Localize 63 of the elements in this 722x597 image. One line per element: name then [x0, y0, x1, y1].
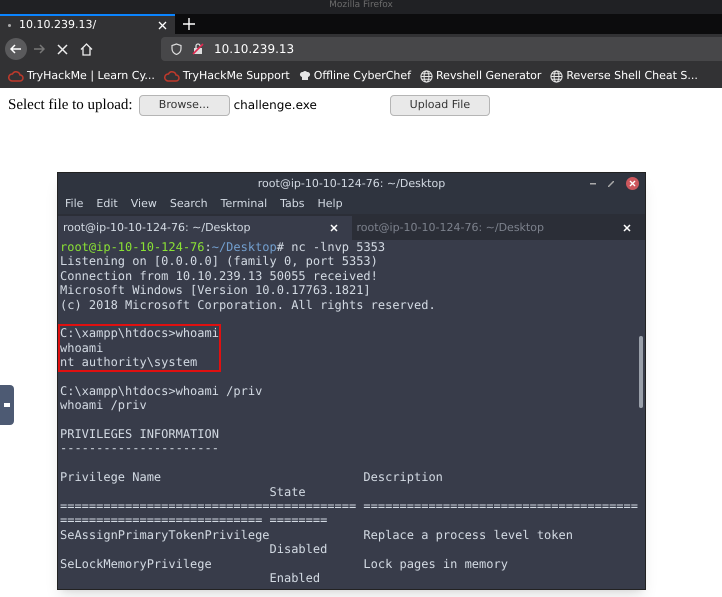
terminal-line: SeAssignPrimaryTokenPrivilege Replace a process level token: [60, 528, 573, 542]
new-tab-icon[interactable]: [183, 18, 195, 30]
terminal-line: Privilege Name Description: [60, 470, 443, 485]
home-icon[interactable]: [80, 42, 93, 56]
insecure-lock-icon: [192, 43, 204, 55]
terminal-line: nt authority\system: [60, 355, 198, 370]
upload-label: Select file to upload:: [8, 96, 133, 115]
stop-icon[interactable]: [57, 44, 68, 54]
terminal-line: C:\xampp\htdocs>whoami: [60, 326, 219, 341]
terminal-line: Enabled: [268, 570, 320, 586]
terminal-line: Connection from 10.10.239.13 50055 received!: [60, 268, 378, 284]
url-field[interactable]: 10.10.239.13: [161, 37, 722, 61]
bookmark-item[interactable]: Revshell Generator: [420, 68, 542, 84]
menu-item[interactable]: Edit: [96, 196, 118, 213]
upload-button[interactable]: Upload File: [390, 94, 490, 116]
close-icon[interactable]: [626, 177, 639, 190]
terminal-line: C:\xampp\htdocs>whoami /priv: [60, 384, 262, 398]
browse-button[interactable]: Browse...: [138, 94, 230, 116]
terminal-line: whoami /priv: [60, 398, 147, 413]
terminal-title: root@ip-10-10-124-76: ~/Desktop: [258, 176, 446, 192]
shield-icon: [171, 43, 182, 55]
url-text: 10.10.239.13: [214, 41, 294, 58]
terminal-line: Microsoft Windows [Version 10.0.17763.1821]: [60, 283, 371, 298]
terminal-line: whoami: [60, 340, 104, 356]
terminal-line: PRIVILEGES INFORMATION: [60, 427, 219, 442]
bookmark-item[interactable]: Reverse Shell Cheat S...: [550, 68, 698, 84]
window-title: Mozilla Firefox: [329, 0, 393, 10]
back-arrow-icon: [10, 43, 22, 55]
scrollbar-thumb[interactable]: [639, 336, 643, 408]
terminal-line: ----------------------: [60, 441, 219, 456]
terminal-line: (c) 2018 Microsoft Corporation. All rights reserved.: [60, 298, 436, 312]
cloud-icon: [164, 70, 180, 82]
terminal-line: ============================ ========: [60, 513, 328, 528]
forward-icon[interactable]: [33, 43, 45, 55]
menu-item[interactable]: View: [130, 196, 157, 213]
terminal-line: root@ip-10-10-124-76:~/Desktop# nc -lnvp 5353: [60, 240, 386, 254]
minimize-icon[interactable]: [590, 182, 596, 184]
file-name: challenge.exe: [234, 97, 317, 114]
globe-icon: [420, 70, 434, 82]
terminal-line: State: [268, 484, 306, 500]
chef-hat-icon: [298, 70, 311, 82]
terminal-line: Listening on [0.0.0.0] (family 0, port 5353): [60, 254, 378, 269]
terminal-line: Disabled: [268, 542, 328, 557]
bookmark-item[interactable]: Offline CyberChef: [298, 68, 412, 84]
close-icon[interactable]: [330, 224, 338, 232]
back-button[interactable]: [5, 38, 27, 60]
close-icon[interactable]: [623, 224, 631, 232]
cloud-icon: [8, 70, 24, 82]
globe-icon: [550, 70, 564, 82]
terminal-line: SeLockMemoryPrivilege Lock pages in memory: [60, 556, 508, 571]
terminal-line: ========================================= ======================================: [60, 499, 638, 514]
menu-item[interactable]: Help: [318, 196, 343, 213]
browser-tab[interactable]: 10.10.239.13/: [0, 14, 175, 34]
bookmark-item[interactable]: TryHackMe Support: [164, 68, 290, 84]
maximize-icon[interactable]: [608, 180, 614, 186]
side-panel-handle[interactable]: [0, 385, 14, 425]
menu-item[interactable]: Search: [170, 196, 208, 213]
close-icon[interactable]: [158, 20, 167, 30]
menu-item[interactable]: Terminal: [220, 196, 268, 213]
menu-item[interactable]: Tabs: [280, 196, 304, 213]
bookmark-item[interactable]: TryHackMe | Learn Cy...: [8, 68, 155, 84]
menu-item[interactable]: File: [65, 196, 84, 213]
terminal-tab[interactable]: root@ip-10-10-124-76: ~/Desktop: [58, 216, 352, 240]
